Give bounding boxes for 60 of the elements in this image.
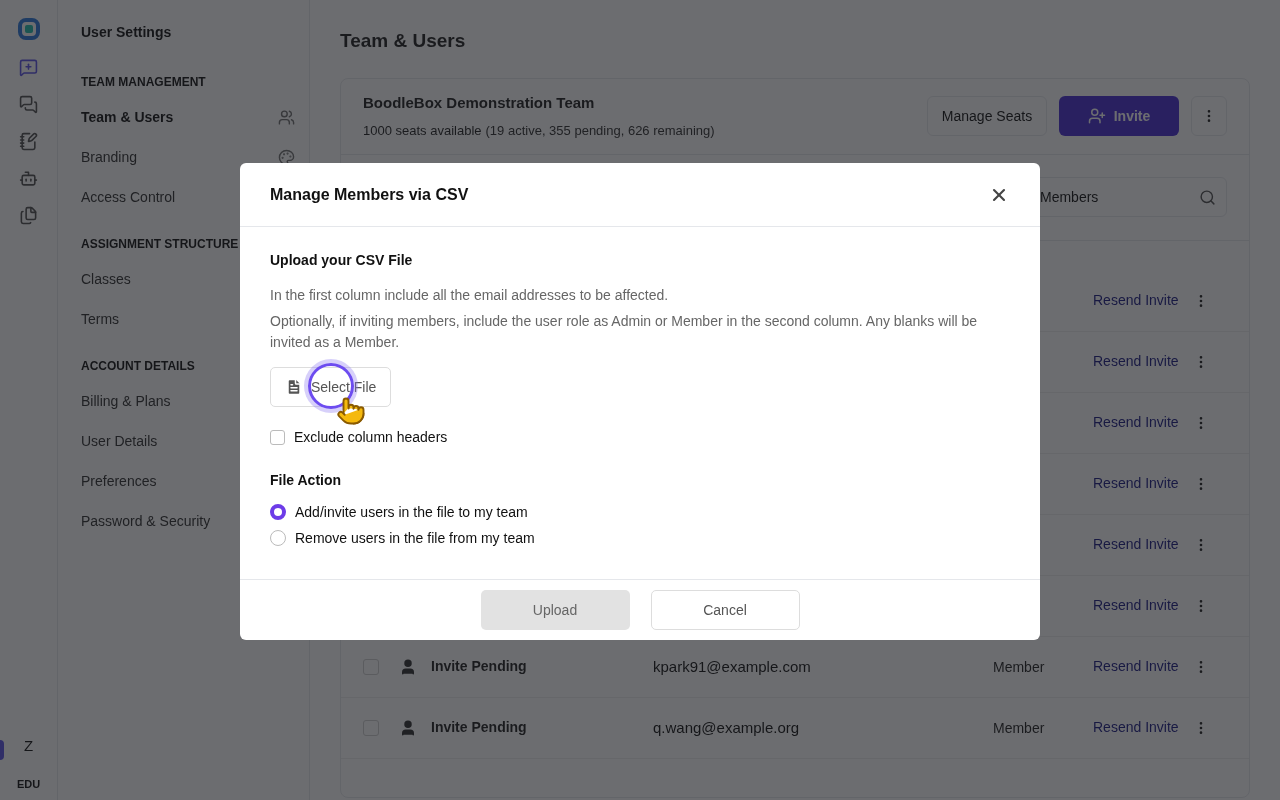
plan-label: EDU xyxy=(16,776,41,792)
file-action-title: File Action xyxy=(270,471,343,490)
dialog-title: Manage Members via CSV xyxy=(270,184,469,205)
invite-button[interactable]: Invite xyxy=(1059,96,1179,136)
nav-item[interactable]: Access Control xyxy=(81,186,176,208)
search-icon xyxy=(1199,188,1216,206)
resend-invite-link[interactable]: Resend Invite xyxy=(1093,717,1193,738)
nav-item[interactable]: Terms xyxy=(81,308,120,330)
resend-invite-link[interactable]: Resend Invite xyxy=(1093,412,1193,433)
radio-button[interactable] xyxy=(270,504,286,520)
cancel-button[interactable]: Cancel xyxy=(650,590,800,630)
resend-invite-link[interactable]: Resend Invite xyxy=(1093,351,1193,372)
nav-item[interactable]: Billing & Plans xyxy=(81,390,171,412)
nav-item[interactable]: Team & Users xyxy=(81,106,174,128)
resend-invite-link[interactable]: Resend Invite xyxy=(1093,473,1193,494)
section-title: Upload your CSV File xyxy=(270,251,414,270)
nav-item[interactable]: Password & Security xyxy=(81,510,211,532)
radio-label: Add/invite users in the file to my team xyxy=(295,502,528,522)
user-icon xyxy=(399,718,417,737)
instruction-text: Optionally, if inviting members, include the user role as Admin or Member in the second column. Any blanks will be invited as a Member. xyxy=(270,312,979,352)
resend-invite-link[interactable]: Resend Invite xyxy=(1093,595,1193,616)
user-icon xyxy=(399,657,417,676)
radio-label: Remove users in the file from my team xyxy=(295,528,535,548)
member-role: Member xyxy=(993,658,1045,675)
active-indicator xyxy=(0,740,4,760)
member-email: kpark91@example.com xyxy=(653,657,811,675)
nav-item[interactable]: Branding xyxy=(81,146,138,168)
nav-title: User Settings xyxy=(81,23,173,42)
section-heading: ASSIGNMENT STRUCTURE xyxy=(81,236,240,253)
files-icon[interactable] xyxy=(19,206,38,225)
chats-icon[interactable] xyxy=(19,95,38,114)
checkbox-label: Exclude column headers xyxy=(294,428,448,447)
resend-invite-link[interactable]: Resend Invite xyxy=(1093,534,1193,555)
seats-detail: (19 active, 355 pending, 626 remaining) xyxy=(485,121,715,140)
section-heading: TEAM MANAGEMENT xyxy=(81,74,207,91)
nav-item[interactable]: User Details xyxy=(81,430,158,452)
users-icon xyxy=(278,108,295,126)
nav-item[interactable]: Preferences xyxy=(81,470,157,492)
resend-invite-link[interactable]: Resend Invite xyxy=(1093,656,1193,677)
bot-icon[interactable] xyxy=(19,169,38,188)
new-chat-icon[interactable] xyxy=(19,58,38,77)
palette-icon xyxy=(278,148,295,166)
instruction-text: In the first column include all the email addresses to be affected. xyxy=(270,286,670,305)
add-user-icon xyxy=(1087,107,1106,125)
member-role: Member xyxy=(993,719,1045,736)
avatar[interactable]: Z xyxy=(23,735,34,758)
manage-seats-button[interactable]: Manage Seats xyxy=(927,96,1047,136)
section-heading: ACCOUNT DETAILS xyxy=(81,358,196,375)
logo-icon[interactable] xyxy=(17,18,40,40)
team-name: BoodleBox Demonstration Team xyxy=(363,93,596,113)
checkbox[interactable] xyxy=(270,430,285,445)
member-email: q.wang@example.org xyxy=(653,718,800,736)
resend-invite-link[interactable]: Resend Invite xyxy=(1093,290,1193,311)
member-name: Invite Pending xyxy=(431,657,527,676)
notebook-icon[interactable] xyxy=(19,132,38,151)
seats-count: 1000 seats available xyxy=(363,121,482,140)
hand-pointer-icon xyxy=(336,396,366,426)
member-name: Invite Pending xyxy=(431,718,527,737)
nav-item[interactable]: Classes xyxy=(81,268,131,290)
page-title: Team & Users xyxy=(340,29,467,53)
